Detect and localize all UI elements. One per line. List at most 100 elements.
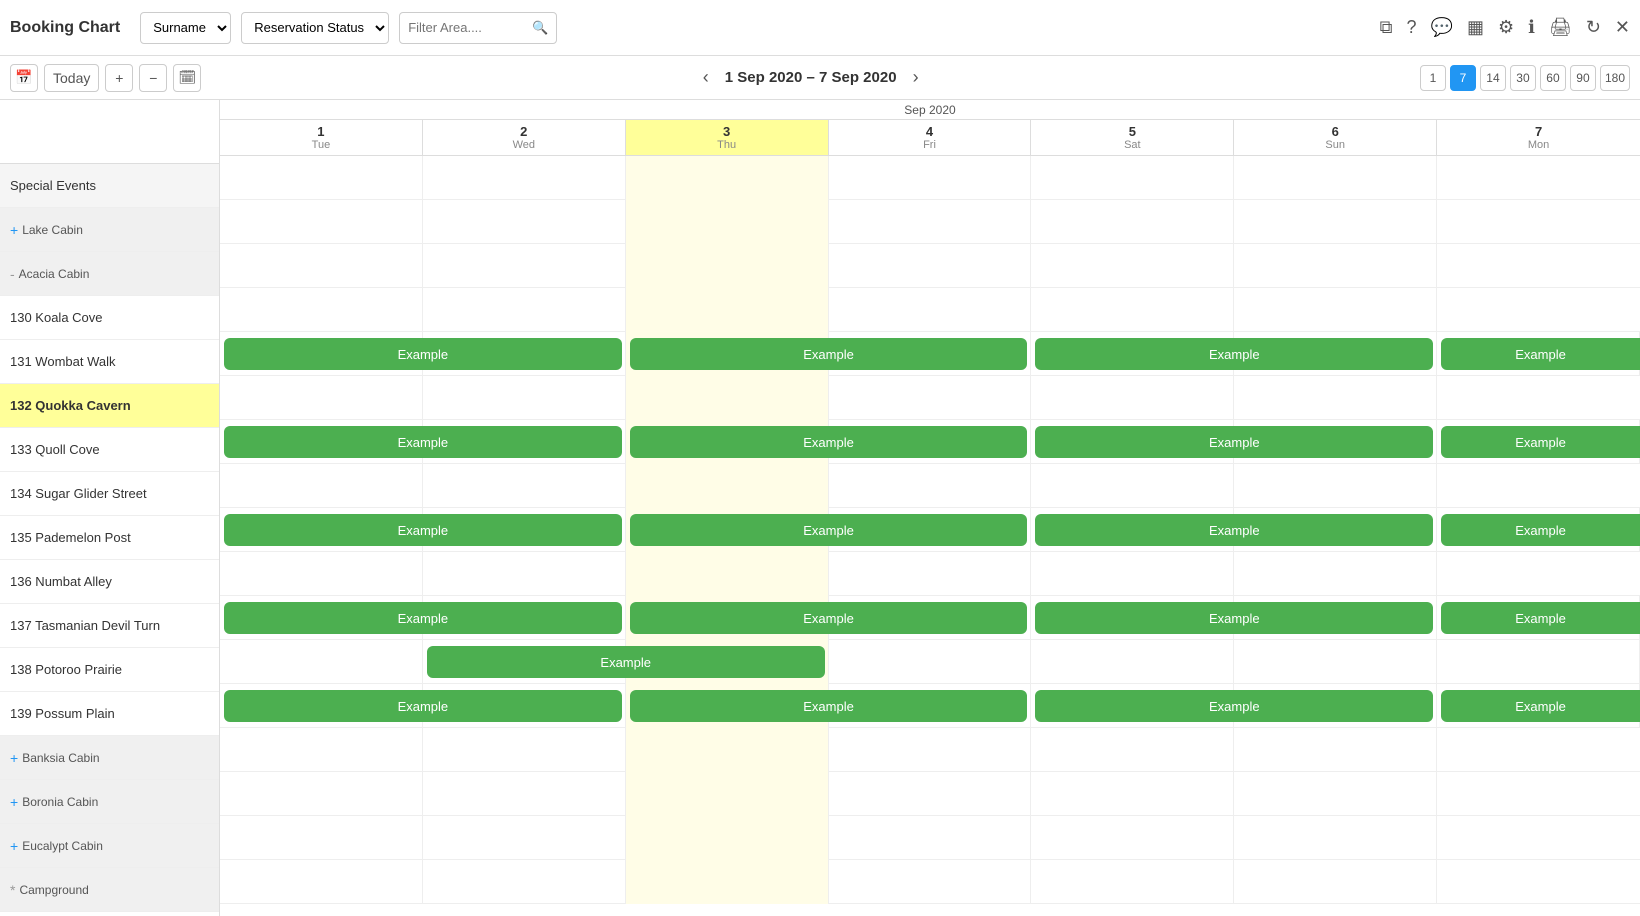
- grid-cell-1-2[interactable]: [626, 200, 829, 244]
- grid-cell-9-4[interactable]: [1031, 552, 1234, 596]
- grid-cell-7-5[interactable]: [1234, 464, 1437, 508]
- booking-10-3[interactable]: Example: [1441, 602, 1640, 634]
- view-14[interactable]: 14: [1480, 65, 1506, 91]
- prev-btn[interactable]: ‹: [703, 67, 709, 88]
- grid-cell-1-0[interactable]: [220, 200, 423, 244]
- info-icon[interactable]: ℹ: [1528, 17, 1535, 38]
- booking-6-2[interactable]: Example: [1035, 426, 1433, 458]
- close-icon[interactable]: ✕: [1615, 17, 1630, 38]
- booking-12-0[interactable]: Example: [224, 690, 622, 722]
- grid-cell-0-4[interactable]: [1031, 156, 1234, 200]
- booking-4-3[interactable]: Example: [1441, 338, 1640, 370]
- booking-8-2[interactable]: Example: [1035, 514, 1433, 546]
- grid-cell-5-1[interactable]: [423, 376, 626, 420]
- grid-cell-14-2[interactable]: [626, 772, 829, 816]
- grid-cell-3-6[interactable]: [1437, 288, 1640, 332]
- grid-cell-3-4[interactable]: [1031, 288, 1234, 332]
- grid-cell-2-2[interactable]: [626, 244, 829, 288]
- settings-icon[interactable]: ⚙: [1498, 17, 1514, 38]
- grid-cell-16-3[interactable]: [829, 860, 1032, 904]
- grid-cell-1-6[interactable]: [1437, 200, 1640, 244]
- table-icon[interactable]: ▦: [1467, 17, 1484, 38]
- grid-cell-13-0[interactable]: [220, 728, 423, 772]
- booking-10-0[interactable]: Example: [224, 602, 622, 634]
- grid-cell-15-3[interactable]: [829, 816, 1032, 860]
- grid-cell-3-1[interactable]: [423, 288, 626, 332]
- booking-10-2[interactable]: Example: [1035, 602, 1433, 634]
- grid-cell-5-2[interactable]: [626, 376, 829, 420]
- grid-cell-15-0[interactable]: [220, 816, 423, 860]
- view-60[interactable]: 60: [1540, 65, 1566, 91]
- grid-cell-7-6[interactable]: [1437, 464, 1640, 508]
- grid-cell-0-5[interactable]: [1234, 156, 1437, 200]
- grid-cell-11-5[interactable]: [1234, 640, 1437, 684]
- grid-cell-14-1[interactable]: [423, 772, 626, 816]
- grid-cell-2-1[interactable]: [423, 244, 626, 288]
- view-30[interactable]: 30: [1510, 65, 1536, 91]
- grid-cell-15-4[interactable]: [1031, 816, 1234, 860]
- grid-cell-15-5[interactable]: [1234, 816, 1437, 860]
- grid-cell-7-4[interactable]: [1031, 464, 1234, 508]
- booking-4-2[interactable]: Example: [1035, 338, 1433, 370]
- grid-cell-13-2[interactable]: [626, 728, 829, 772]
- grid-cell-9-3[interactable]: [829, 552, 1032, 596]
- grid-cell-9-6[interactable]: [1437, 552, 1640, 596]
- grid-cell-13-1[interactable]: [423, 728, 626, 772]
- grid-cell-14-3[interactable]: [829, 772, 1032, 816]
- grid-cell-14-0[interactable]: [220, 772, 423, 816]
- grid-cell-5-4[interactable]: [1031, 376, 1234, 420]
- grid-cell-1-4[interactable]: [1031, 200, 1234, 244]
- grid-cell-5-0[interactable]: [220, 376, 423, 420]
- grid-cell-5-3[interactable]: [829, 376, 1032, 420]
- surname-dropdown[interactable]: Surname: [140, 12, 231, 44]
- grid-cell-2-0[interactable]: [220, 244, 423, 288]
- row-toggle-14[interactable]: +: [10, 794, 18, 810]
- booking-8-3[interactable]: Example: [1441, 514, 1640, 546]
- grid-cell-7-2[interactable]: [626, 464, 829, 508]
- grid-cell-16-0[interactable]: [220, 860, 423, 904]
- booking-8-1[interactable]: Example: [630, 514, 1028, 546]
- row-toggle-15[interactable]: +: [10, 838, 18, 854]
- grid-cell-1-5[interactable]: [1234, 200, 1437, 244]
- calendar-icon-btn[interactable]: 📅: [10, 64, 38, 92]
- booking-6-0[interactable]: Example: [224, 426, 622, 458]
- filter-icon[interactable]: ⧉: [1380, 17, 1393, 38]
- grid-cell-11-4[interactable]: [1031, 640, 1234, 684]
- grid-cell-11-6[interactable]: [1437, 640, 1640, 684]
- row-toggle-13[interactable]: +: [10, 750, 18, 766]
- grid-cell-13-4[interactable]: [1031, 728, 1234, 772]
- grid-cell-15-1[interactable]: [423, 816, 626, 860]
- booking-4-0[interactable]: Example: [224, 338, 622, 370]
- grid-cell-14-6[interactable]: [1437, 772, 1640, 816]
- reservation-status-dropdown[interactable]: Reservation Status: [241, 12, 389, 44]
- row-toggle-1[interactable]: +: [10, 222, 18, 238]
- booking-6-3[interactable]: Example: [1441, 426, 1640, 458]
- booking-6-1[interactable]: Example: [630, 426, 1028, 458]
- view-7[interactable]: 7: [1450, 65, 1476, 91]
- grid-cell-15-6[interactable]: [1437, 816, 1640, 860]
- add-btn[interactable]: +: [105, 64, 133, 92]
- booking-12-3[interactable]: Example: [1441, 690, 1640, 722]
- grid-cell-0-2[interactable]: [626, 156, 829, 200]
- minus-btn[interactable]: −: [139, 64, 167, 92]
- view-90[interactable]: 90: [1570, 65, 1596, 91]
- grid-cell-14-4[interactable]: [1031, 772, 1234, 816]
- grid-cell-9-5[interactable]: [1234, 552, 1437, 596]
- row-toggle-2[interactable]: -: [10, 266, 15, 282]
- grid-cell-16-5[interactable]: [1234, 860, 1437, 904]
- grid-cell-2-6[interactable]: [1437, 244, 1640, 288]
- grid-cell-15-2[interactable]: [626, 816, 829, 860]
- grid-cell-13-3[interactable]: [829, 728, 1032, 772]
- booking-11-0[interactable]: Example: [427, 646, 825, 678]
- grid-cell-5-6[interactable]: [1437, 376, 1640, 420]
- booking-12-2[interactable]: Example: [1035, 690, 1433, 722]
- grid-cell-0-3[interactable]: [829, 156, 1032, 200]
- refresh-icon[interactable]: ↻: [1586, 17, 1601, 38]
- grid-cell-9-0[interactable]: [220, 552, 423, 596]
- grid-cell-0-6[interactable]: [1437, 156, 1640, 200]
- chat-icon[interactable]: 💬: [1431, 17, 1453, 38]
- grid-cell-16-1[interactable]: [423, 860, 626, 904]
- grid-cell-2-3[interactable]: [829, 244, 1032, 288]
- print-icon[interactable]: 🖨: [1549, 17, 1572, 38]
- grid-cell-9-2[interactable]: [626, 552, 829, 596]
